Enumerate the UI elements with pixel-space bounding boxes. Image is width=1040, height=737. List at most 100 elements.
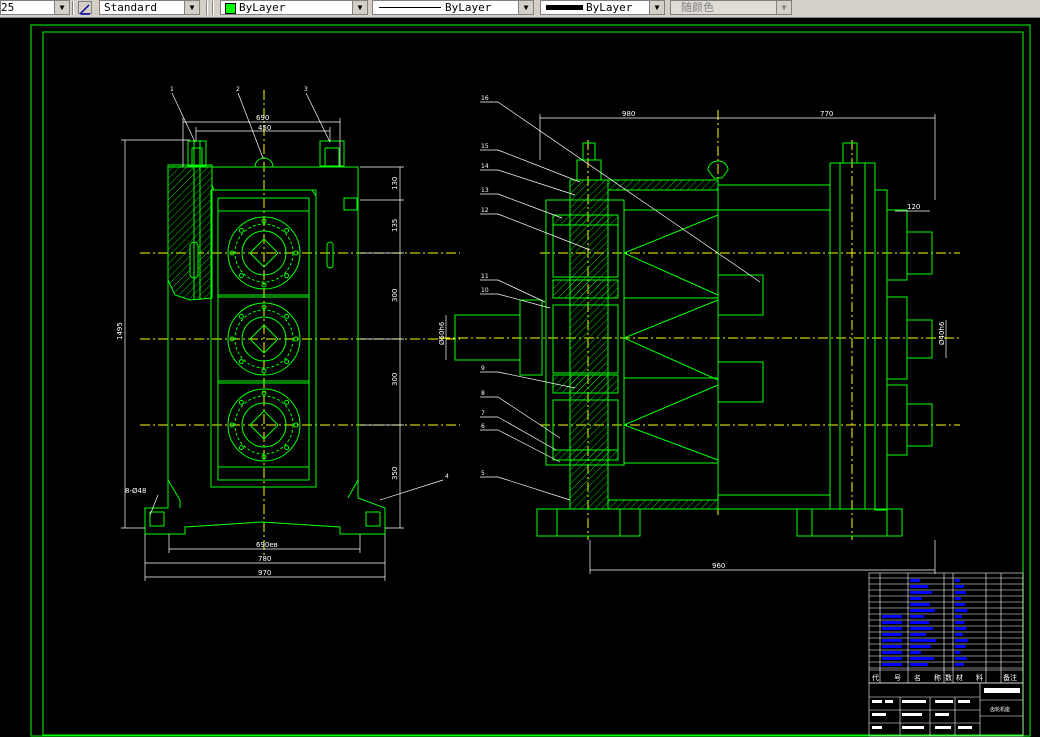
dim-450: 450: [258, 124, 271, 132]
chevron-down-icon[interactable]: ▼: [518, 1, 533, 14]
side-tie-housing-bottom: [607, 499, 719, 510]
dim-690-top: 690: [256, 114, 269, 122]
side-out-flange-bot: [886, 384, 908, 456]
side-tie-rod-2: [717, 494, 831, 510]
front-slot-2: [326, 241, 334, 269]
dim-130: 130: [391, 177, 399, 190]
drawing-name: 齿轮机座: [990, 706, 1010, 713]
toolbar-separator: [72, 1, 74, 15]
balloon-6: 6: [481, 423, 485, 430]
balloon-2: 2: [236, 86, 240, 93]
front-body-taper-left: [167, 479, 181, 508]
dim-out-dia: Ø40h6: [938, 321, 946, 345]
properties-toolbar: 25 ▼ Standard ▼ ByLayer ▼ ByLayer ▼ ByLa…: [0, 0, 1040, 18]
balloon-13: 13: [481, 187, 489, 194]
chevron-down-icon[interactable]: ▼: [649, 1, 664, 14]
front-bolt-right: [319, 140, 345, 167]
chevron-down-icon[interactable]: ▼: [184, 1, 199, 14]
side-base-right-inner: [811, 508, 888, 537]
side-balloons: 16 15 14 13 12 11 10 9 8 7 6 5: [481, 95, 489, 477]
plotstyle-combo[interactable]: 随颜色 ▼: [670, 0, 792, 15]
side-view: [440, 110, 960, 540]
side-right-bolt: [842, 142, 858, 164]
balloon-16: 16: [481, 95, 489, 102]
toolbar-separator: [206, 1, 208, 15]
dim-780: 780: [258, 555, 271, 563]
side-base-right: [796, 508, 903, 537]
dim-1495: 1495: [116, 322, 124, 340]
title-logo-bar: [984, 688, 1020, 693]
balloon-14: 14: [481, 163, 489, 170]
chevron-down-icon[interactable]: ▼: [352, 1, 367, 14]
color-value: ByLayer: [239, 1, 286, 14]
side-tie-rod: [717, 184, 831, 211]
dim-300a: 300: [391, 289, 399, 302]
front-hatched-wall: [167, 164, 213, 301]
side-left-bolt: [582, 142, 596, 161]
dim-300b: 300: [391, 373, 399, 386]
balloon-3: 3: [304, 86, 308, 93]
front-view: [140, 90, 460, 555]
dim-970: 970: [258, 569, 271, 577]
drawing-canvas[interactable]: 690 450 1495 130 135 300 300 350 690ев 7…: [0, 17, 1040, 737]
balloon-8: 8: [481, 390, 485, 397]
color-swatch-icon: [225, 3, 236, 14]
side-shaft-bot-ext: [717, 361, 764, 403]
side-bearing-4-hatch: [552, 449, 619, 461]
lineweight-value: ByLayer: [586, 1, 633, 14]
balloon-5: 5: [481, 470, 485, 477]
dim-690-bottom: 690ев: [256, 541, 278, 549]
side-right-flange: [874, 189, 888, 511]
header-cai: 材: [956, 673, 963, 682]
title-block-entries: [872, 700, 972, 729]
sheet-inner-border: [42, 31, 1024, 736]
lineweight-sample-icon: [546, 5, 583, 10]
side-bearing-2-hatch: [552, 279, 619, 299]
front-foot-hole-right: [365, 511, 381, 527]
dim-style-combo[interactable]: Standard ▼: [99, 0, 200, 15]
linetype-sample-icon: [379, 7, 441, 8]
balloon-7: 7: [481, 410, 485, 417]
header-liao: 料: [976, 673, 983, 682]
toolbar-separator: [212, 1, 214, 15]
lineweight-combo[interactable]: ByLayer ▼: [540, 0, 665, 15]
dim-scale-combo[interactable]: 25 ▼: [0, 0, 70, 15]
dim-style-value: Standard: [104, 1, 157, 14]
dim-120: 120: [907, 203, 920, 211]
side-out-shaft-mid: [906, 319, 933, 359]
side-shaft-top-ext: [717, 274, 764, 316]
plotstyle-value: 随颜色: [681, 1, 714, 14]
header-dai: 代: [872, 673, 879, 682]
side-out-flange-top: [886, 209, 908, 281]
header-cheng: 称: [934, 673, 941, 682]
dim-holes: 8-Ø48: [125, 487, 146, 495]
dim-scale-value: 25: [1, 1, 15, 14]
chevron-down-icon[interactable]: ▼: [54, 1, 69, 14]
side-bearing-1-hatch: [552, 214, 619, 226]
parts-list-header: 代 号 名 称 数 材 料 备注: [872, 673, 1017, 682]
header-shu: 数: [945, 673, 952, 682]
header-ming: 名: [914, 673, 921, 682]
front-boss-right: [343, 197, 358, 211]
balloon-9: 9: [481, 365, 485, 372]
balloon-1: 1: [170, 86, 174, 93]
dimstyle-manager-icon[interactable]: [78, 1, 92, 15]
front-body-taper-right: [347, 479, 359, 499]
balloon-10: 10: [481, 287, 489, 294]
dim-960: 960: [712, 562, 725, 570]
side-roll-top: [623, 209, 719, 299]
chevron-down-icon[interactable]: ▼: [776, 1, 791, 14]
header-beizhu: 备注: [1003, 673, 1017, 682]
side-bearing-3-hatch: [552, 374, 619, 394]
dim-shaft-dia: Ø50h6: [438, 321, 446, 345]
dim-135: 135: [391, 219, 399, 232]
balloon-15: 15: [481, 143, 489, 150]
linetype-combo[interactable]: ByLayer ▼: [372, 0, 534, 15]
header-hao: 号: [894, 674, 901, 682]
color-combo[interactable]: ByLayer ▼: [220, 0, 368, 15]
balloon-12: 12: [481, 207, 489, 214]
parts-list-entries: [882, 579, 968, 666]
linetype-value: ByLayer: [445, 1, 492, 14]
dim-770: 770: [820, 110, 833, 118]
dim-350: 350: [391, 467, 399, 480]
